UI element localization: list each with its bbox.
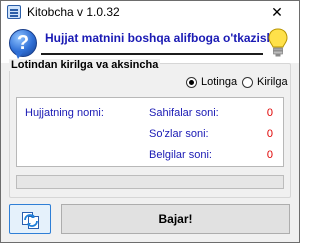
progress-bar — [16, 175, 284, 189]
refresh-icon — [22, 212, 39, 229]
document-info-panel: Hujjatning nomi: Sahifalar soni: 0 So'zl… — [16, 97, 284, 167]
radio-indicator[interactable] — [242, 77, 253, 88]
close-button[interactable]: ✕ — [255, 1, 299, 23]
window-title: Kitobcha v 1.0.32 — [27, 5, 120, 19]
header-underline — [41, 53, 263, 55]
doc-name-label: Hujjatning nomi: — [25, 107, 104, 119]
words-value: 0 — [266, 128, 273, 140]
words-label: So'zlar soni: — [149, 128, 209, 140]
pages-label: Sahifalar soni: — [149, 107, 219, 119]
radio-label-lotinga: Lotinga — [201, 76, 238, 88]
header-banner: ? Hujjat matnini boshqa alifboga o'tkazi… — [1, 23, 299, 63]
lightbulb-icon — [268, 28, 288, 57]
book-icon — [7, 5, 21, 19]
radio-lotinga[interactable]: Lotinga — [186, 76, 242, 90]
title-bar: Kitobcha v 1.0.32 ✕ — [1, 1, 299, 23]
app-window: Kitobcha v 1.0.32 ✕ ? Hujjat matnini bos… — [0, 0, 300, 243]
help-question-icon: ? — [9, 29, 37, 59]
refresh-button[interactable] — [9, 204, 51, 234]
pages-value: 0 — [266, 107, 273, 119]
chars-label: Belgilar soni: — [149, 149, 212, 161]
radio-indicator-selected[interactable] — [186, 77, 197, 88]
chars-value: 0 — [266, 149, 273, 161]
radio-label-kirilga: Kirilga — [257, 76, 288, 88]
group-legend: Lotindan kirilga va aksincha — [9, 59, 161, 71]
radio-kirilga[interactable]: Kirilga — [242, 76, 292, 90]
header-title: Hujjat matnini boshqa alifboga o'tkazish — [45, 31, 274, 45]
run-button[interactable]: Bajar! — [61, 204, 290, 234]
